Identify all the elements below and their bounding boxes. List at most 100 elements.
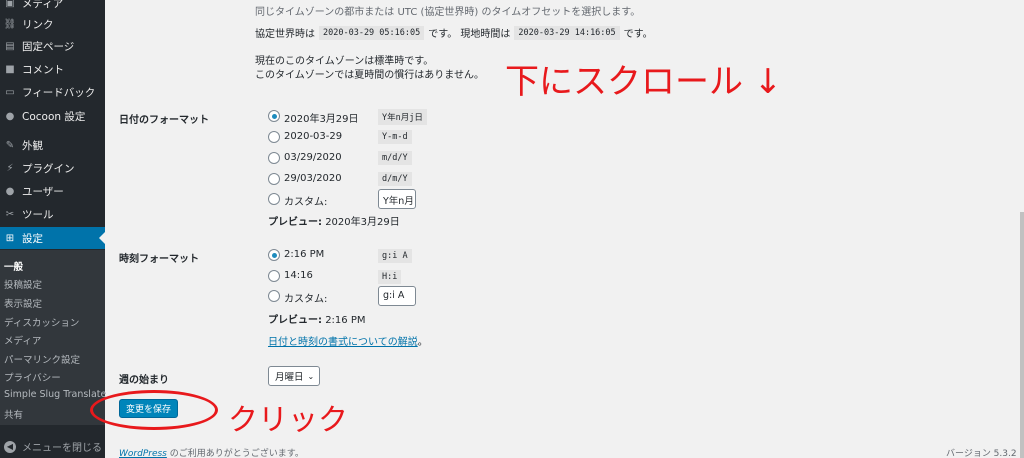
plugin-icon: ⚡ <box>6 162 14 174</box>
time-readout: 協定世界時は 2020-03-29 05:16:05 です。 現地時間は 202… <box>255 25 653 40</box>
date-format-code-1: Y年n月j日 <box>378 109 427 125</box>
time-preview-label: プレビュー: <box>268 315 322 326</box>
date-format-radio-4[interactable] <box>268 173 280 185</box>
local-time: 2020-03-29 14:16:05 <box>514 25 620 40</box>
sidebar-item-cocoon[interactable]: ● Cocoon 設定 <box>0 105 105 127</box>
time-format-radio-2[interactable] <box>268 270 280 282</box>
date-format-option-2: 2020-03-29 <box>284 131 343 142</box>
date-time-doc: 日付と時刻の書式についての解説。 <box>268 333 428 348</box>
submenu-item-privacy[interactable]: プライバシー <box>4 370 61 384</box>
time-format-option-2: 14:16 <box>284 270 313 281</box>
admin-sidebar: ▣ メディア ⛓ リンク ▤ 固定ページ ■ コメント ▭ フィードバック ● … <box>0 0 106 458</box>
sidebar-item-label: Cocoon 設定 <box>22 110 86 123</box>
link-icon: ⛓ <box>3 18 17 30</box>
submenu-item-permalink[interactable]: パーマリンク設定 <box>4 352 80 366</box>
date-format-option-4: 29/03/2020 <box>284 173 342 184</box>
week-start-value: 月曜日 <box>275 372 304 383</box>
sidebar-item-pages[interactable]: ▤ 固定ページ <box>0 35 105 57</box>
date-preview: プレビュー: 2020年3月29日 <box>268 213 400 228</box>
submenu-item-media[interactable]: メディア <box>4 333 41 347</box>
page-scrollbar[interactable] <box>1020 212 1024 458</box>
date-format-custom-label: カスタム: <box>284 197 328 208</box>
time-format-custom-label: カスタム: <box>284 294 328 305</box>
date-format-option-1: 2020年3月29日 <box>284 114 359 125</box>
sidebar-item-label: プラグイン <box>22 162 75 175</box>
annotation-scroll-down: 下にスクロール ↓ <box>505 62 783 102</box>
annotation-ellipse <box>90 390 218 430</box>
media-icon: ▣ <box>5 0 15 9</box>
sidebar-item-tools[interactable]: ✂ ツール <box>0 203 105 225</box>
wordpress-link[interactable]: WordPress <box>119 449 167 458</box>
date-format-radio-2[interactable] <box>268 131 280 143</box>
utc-suffix: です。 現地時間は <box>428 29 511 40</box>
time-format-option-1: 2:16 PM <box>284 249 325 260</box>
date-format-label: 日付のフォーマット <box>119 115 209 126</box>
active-indicator <box>99 232 105 244</box>
tool-icon: ✂ <box>5 208 15 220</box>
submenu-item-general[interactable]: 一般 <box>4 259 23 273</box>
time-format-custom-input[interactable]: g:i A <box>378 286 416 306</box>
collapse-menu-button[interactable]: ◀ メニューを閉じる <box>4 439 102 454</box>
sidebar-item-links[interactable]: ⛓ リンク <box>0 13 105 35</box>
date-format-radio-1[interactable] <box>268 110 280 122</box>
date-format-code-3: m/d/Y <box>378 151 412 165</box>
date-format-custom-input[interactable]: Y年n月 <box>378 189 416 209</box>
sidebar-item-label: メディア <box>22 0 64 10</box>
sidebar-item-label: 設定 <box>22 232 43 245</box>
time-format-code-2: H:i <box>378 270 402 284</box>
utc-label: 協定世界時は <box>255 29 315 40</box>
footer-thanks: WordPress のご利用ありがとうございます。 <box>119 446 304 458</box>
date-format-code-2: Y-m-d <box>378 130 412 144</box>
week-start-select[interactable]: 月曜日 ⌄ <box>268 366 320 386</box>
annotation-click: クリック <box>228 403 348 438</box>
date-time-doc-link[interactable]: 日付と時刻の書式についての解説 <box>268 337 418 348</box>
date-format-radio-3[interactable] <box>268 152 280 164</box>
timezone-note-standard: 現在のこのタイムゾーンは標準時です。 <box>255 56 434 67</box>
sidebar-item-label: コメント <box>22 63 64 76</box>
sidebar-item-plugins[interactable]: ⚡ プラグイン <box>0 157 105 179</box>
time-format-radio-1[interactable] <box>268 249 280 261</box>
submenu-item-reading[interactable]: 表示設定 <box>4 296 42 310</box>
sidebar-item-label: リンク <box>22 18 54 31</box>
date-preview-label: プレビュー: <box>268 217 322 228</box>
feedback-icon: ▭ <box>5 86 15 98</box>
footer-version: バージョン 5.3.2 <box>946 449 1017 458</box>
timezone-note-dst: このタイムゾーンでは夏時間の慣行はありません。 <box>255 70 484 81</box>
sidebar-item-feedback[interactable]: ▭ フィードバック <box>0 81 105 103</box>
time-format-radio-custom[interactable] <box>268 290 280 302</box>
date-format-radio-custom[interactable] <box>268 193 280 205</box>
user-icon: ● <box>5 185 15 197</box>
time-format-label: 時刻フォーマット <box>119 254 199 265</box>
date-preview-value: 2020年3月29日 <box>325 217 400 228</box>
date-format-option-3: 03/29/2020 <box>284 152 342 163</box>
appearance-icon: ✎ <box>5 139 15 151</box>
sidebar-item-settings[interactable]: ⊞ 設定 <box>0 227 105 249</box>
settings-submenu: 一般 投稿設定 表示設定 ディスカッション メディア パーマリンク設定 プライバ… <box>0 250 106 425</box>
collapse-menu-label: メニューを閉じる <box>22 443 102 454</box>
local-suffix: です。 <box>623 29 653 40</box>
sidebar-item-media[interactable]: ▣ メディア <box>0 0 105 14</box>
sidebar-item-label: 固定ページ <box>22 40 75 53</box>
collapse-arrow-icon: ◀ <box>4 440 16 453</box>
sidebar-item-appearance[interactable]: ✎ 外観 <box>0 134 105 156</box>
cocoon-icon: ● <box>5 110 15 122</box>
footer-thanks-text: のご利用ありがとうございます。 <box>166 449 304 458</box>
date-format-code-4: d/m/Y <box>378 172 412 186</box>
time-preview: プレビュー: 2:16 PM <box>268 311 365 326</box>
time-format-code-1: g:i A <box>378 249 412 263</box>
sidebar-item-label: ツール <box>22 208 54 221</box>
submenu-item-simple-slug[interactable]: Simple Slug Translate <box>4 389 106 400</box>
comment-icon: ■ <box>5 63 15 75</box>
settings-icon: ⊞ <box>5 232 15 244</box>
chevron-down-icon: ⌄ <box>307 371 315 381</box>
sidebar-item-comments[interactable]: ■ コメント <box>0 58 105 80</box>
sidebar-item-label: 外観 <box>22 139 43 152</box>
timezone-help: 同じタイムゾーンの都市または UTC (協定世界時) のタイムオフセットを選択し… <box>255 7 641 18</box>
date-time-doc-suffix: 。 <box>417 337 428 348</box>
sidebar-item-label: フィードバック <box>22 86 96 99</box>
submenu-item-discussion[interactable]: ディスカッション <box>4 315 79 329</box>
submenu-item-writing[interactable]: 投稿設定 <box>4 277 42 291</box>
week-start-label: 週の始まり <box>119 375 169 386</box>
sidebar-item-users[interactable]: ● ユーザー <box>0 180 105 202</box>
submenu-item-sharing[interactable]: 共有 <box>4 407 23 421</box>
